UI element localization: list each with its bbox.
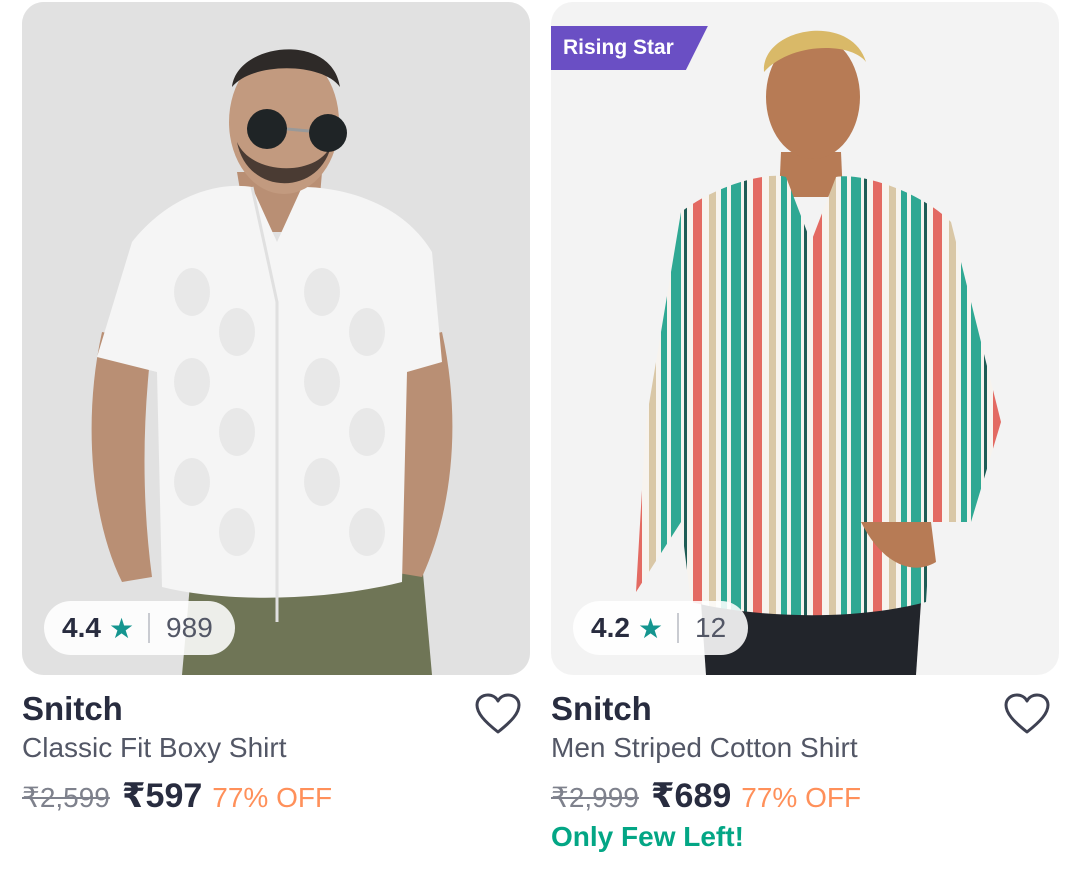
price-row: ₹2,599 ₹597 77% OFF (22, 776, 332, 816)
selling-price: ₹689 (650, 777, 732, 815)
product-image[interactable]: Rising Star 4.2 ★ 12 (551, 2, 1059, 675)
rating-pill: 4.2 ★ 12 (573, 601, 749, 655)
discount-label: 77% OFF (212, 782, 333, 813)
rising-star-badge: Rising Star (551, 26, 708, 70)
wishlist-heart-icon[interactable] (1003, 692, 1051, 736)
product-card[interactable]: 4.4 ★ 989 Snitch Classic Fit Boxy Shirt … (22, 0, 530, 873)
mrp-price: ₹2,599 (22, 782, 110, 813)
price-row: ₹2,999 ₹689 77% OFF (551, 776, 861, 816)
product-title[interactable]: Men Striped Cotton Shirt (551, 732, 858, 764)
product-brand[interactable]: Snitch (551, 690, 652, 728)
selling-price: ₹597 (121, 777, 203, 815)
star-icon: ★ (637, 612, 664, 644)
discount-label: 77% OFF (741, 782, 862, 813)
product-grid: 4.4 ★ 989 Snitch Classic Fit Boxy Shirt … (0, 0, 1079, 873)
mrp-price: ₹2,999 (551, 782, 639, 813)
rating-divider (677, 613, 680, 643)
model-photo-white-shirt (22, 2, 530, 675)
star-icon: ★ (108, 612, 135, 644)
stock-note: Only Few Left! (551, 821, 744, 852)
rating-divider (148, 613, 151, 643)
product-image[interactable]: 4.4 ★ 989 (22, 2, 530, 675)
model-photo-striped-shirt (551, 2, 1059, 675)
rating-count: 12 (695, 612, 727, 643)
product-brand[interactable]: Snitch (22, 690, 123, 728)
product-title[interactable]: Classic Fit Boxy Shirt (22, 732, 287, 764)
rating-count: 989 (166, 612, 213, 643)
rating-value: 4.4 (62, 612, 101, 643)
product-card[interactable]: Rising Star 4.2 ★ 12 Snitch Men Striped … (551, 0, 1059, 873)
rating-value: 4.2 (591, 612, 630, 643)
rating-pill: 4.4 ★ 989 (44, 601, 235, 655)
wishlist-heart-icon[interactable] (474, 692, 522, 736)
